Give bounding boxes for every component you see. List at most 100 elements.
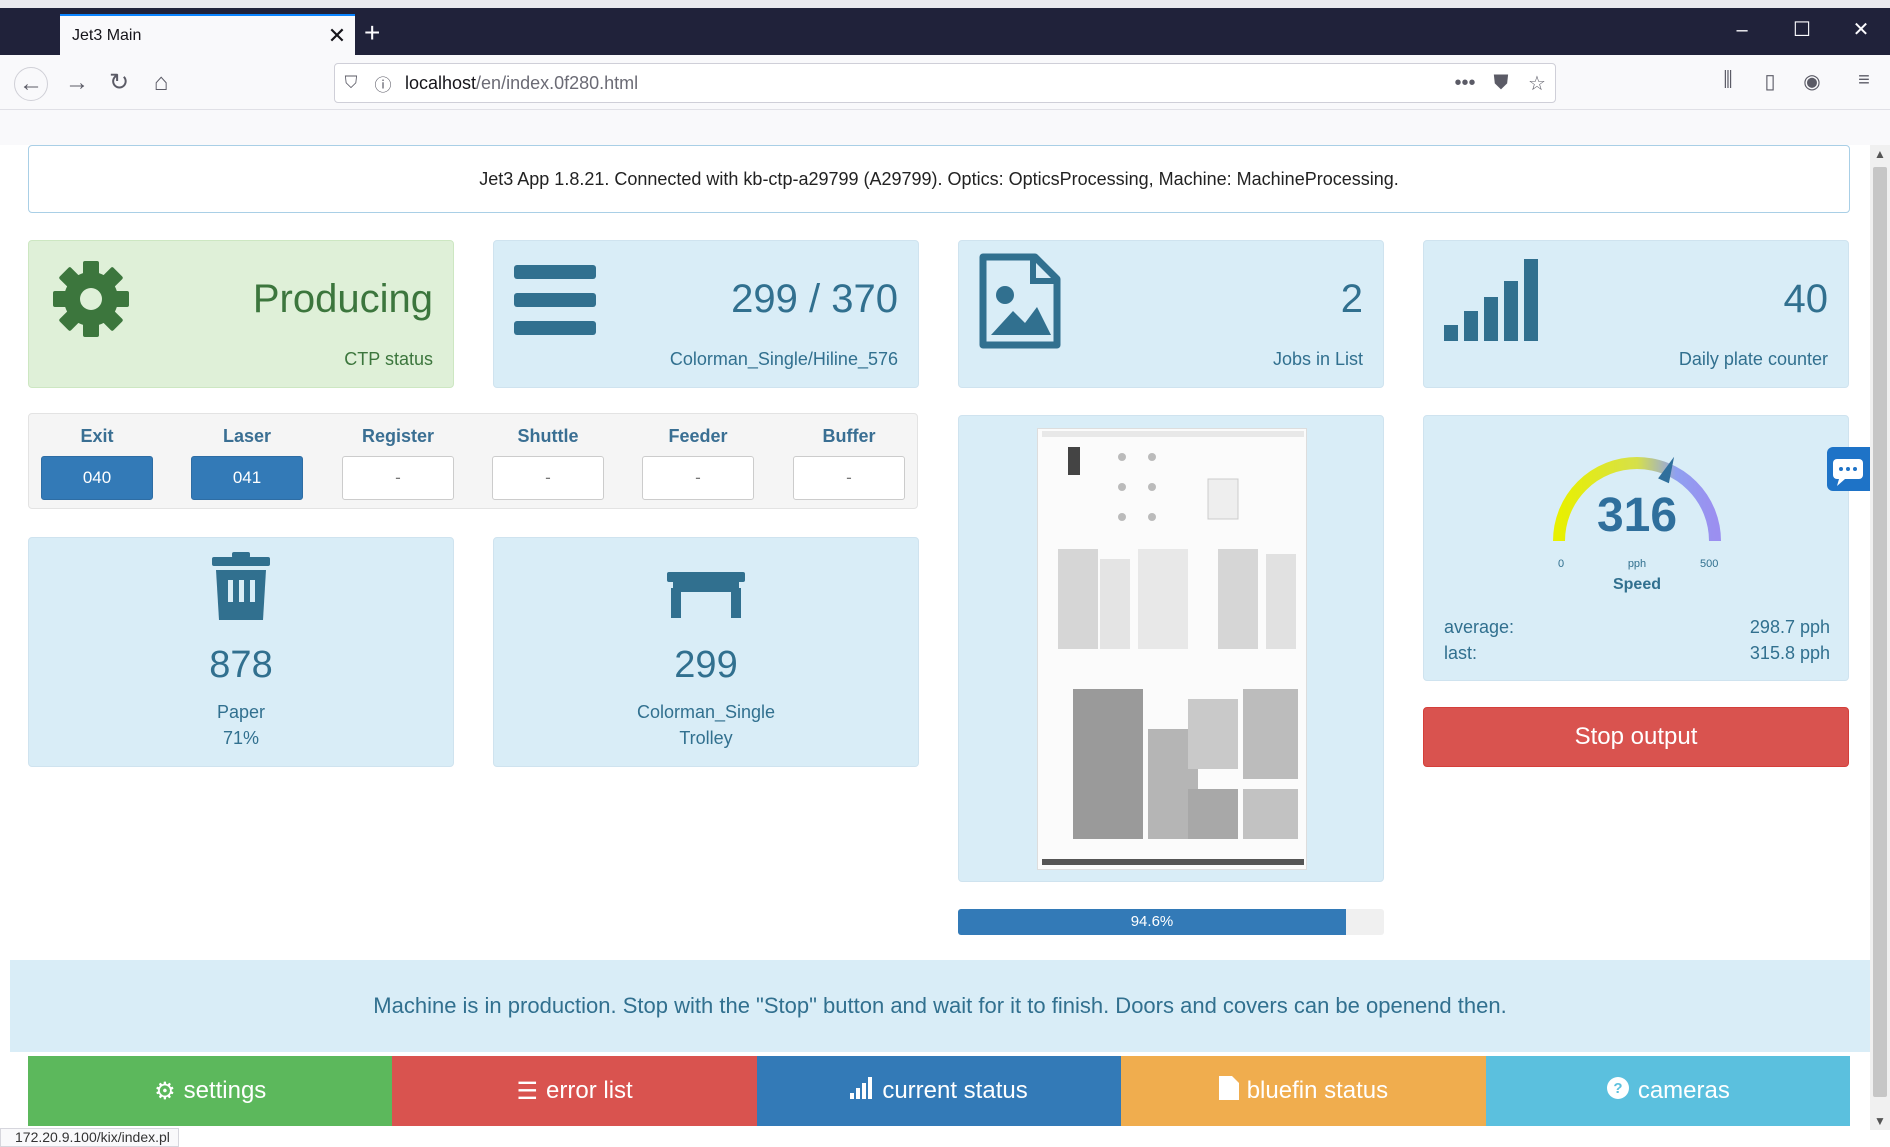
unit-register-label: Register: [361, 426, 435, 446]
ctp-status-panel: Producing CTP status: [28, 240, 454, 388]
close-window-icon[interactable]: ✕: [1841, 18, 1881, 42]
paper-count: 878: [209, 644, 273, 686]
unit-buffer: Buffer -: [793, 426, 905, 500]
titlebar-strip: [0, 0, 1890, 8]
error-list-label: error list: [546, 1077, 633, 1104]
speed-last-row: last: 315.8 pph: [1444, 643, 1830, 664]
question-icon: ?: [1606, 1076, 1630, 1107]
plates-label: Colorman_Single/Hiline_576: [669, 349, 898, 369]
plate-preview-image[interactable]: [1037, 428, 1307, 870]
current-status-button[interactable]: current status: [756, 1056, 1122, 1126]
unit-exit: Exit 040: [41, 426, 153, 500]
status-url: 172.20.9.100/kix/index.pl: [0, 1128, 179, 1147]
new-tab-button[interactable]: +: [364, 18, 380, 48]
stop-output-button[interactable]: Stop output: [1423, 707, 1849, 767]
gauge-max-label: 500: [1700, 558, 1719, 570]
connection-info-bar: Jet3 App 1.8.21. Connected with kb-ctp-a…: [28, 145, 1850, 213]
footer-nav: ⚙ settings ☰ error list current status b…: [28, 1056, 1851, 1126]
production-alert-text: Machine is in production. Stop with the …: [373, 993, 1507, 1018]
info-icon[interactable]: ⓘ: [367, 71, 399, 96]
signal-icon: [850, 1076, 874, 1106]
bluefin-status-label: bluefin status: [1246, 1077, 1389, 1104]
address-bar[interactable]: ⛉ ⓘ localhost/en/index.0f280.html ••• ⛊ …: [334, 63, 1556, 103]
unit-status-bar: Exit 040 Laser 041 Register - Shuttle - …: [28, 413, 918, 509]
settings-label: settings: [183, 1077, 267, 1104]
unit-laser: Laser 041: [191, 426, 303, 500]
unit-shuttle-label: Shuttle: [517, 426, 579, 446]
ctp-status-value: Producing: [252, 277, 433, 321]
unit-laser-value[interactable]: 041: [191, 456, 303, 500]
gear-icon: ⚙: [154, 1077, 176, 1105]
daily-counter-value: 40: [1783, 277, 1829, 321]
unit-buffer-label: Buffer: [822, 426, 876, 446]
ctp-status-label: CTP status: [344, 349, 433, 369]
forward-icon[interactable]: →: [60, 67, 94, 101]
speed-average-label: average:: [1444, 617, 1515, 637]
daily-counter-panel: 40 Daily plate counter: [1423, 240, 1849, 388]
unit-feeder: Feeder -: [642, 426, 754, 500]
list-icon: ☰: [516, 1077, 539, 1105]
speed-average-value: 298.7 pph: [1749, 617, 1830, 637]
jobs-panel: 2 Jobs in List: [958, 240, 1384, 388]
minimize-icon[interactable]: –: [1722, 18, 1762, 42]
daily-counter-label: Daily plate counter: [1678, 349, 1828, 369]
speed-last-label: last:: [1444, 643, 1478, 663]
bluefin-status-button[interactable]: bluefin status: [1121, 1056, 1486, 1126]
stop-output-label: Stop output: [1574, 723, 1698, 750]
unit-shuttle: Shuttle -: [492, 426, 604, 500]
url-text[interactable]: localhost/en/index.0f280.html: [405, 73, 1447, 94]
unit-exit-label: Exit: [80, 426, 114, 446]
pocket-icon[interactable]: ⛊: [1483, 72, 1519, 95]
job-progress-bar: 94.6%: [958, 909, 1384, 935]
tab-title: Jet3 Main: [72, 26, 142, 44]
url-path: /en/index.0f280.html: [476, 72, 639, 93]
connection-info-text: Jet3 App 1.8.21. Connected with kb-ctp-a…: [479, 168, 1399, 189]
unit-shuttle-value[interactable]: -: [492, 456, 604, 500]
unit-exit-value[interactable]: 040: [41, 456, 153, 500]
bookmarks-bar: [0, 110, 1890, 145]
unit-register-value[interactable]: -: [342, 456, 454, 500]
unit-feeder-value[interactable]: -: [642, 456, 754, 500]
browser-navbar: ← → ↻ ⌂ ⛉ ⓘ localhost/en/index.0f280.htm…: [0, 55, 1890, 110]
error-list-button[interactable]: ☰ error list: [392, 1056, 757, 1126]
job-progress-text: 94.6%: [1130, 913, 1174, 930]
scrollbar-thumb[interactable]: [1873, 167, 1887, 1097]
browser-tab[interactable]: Jet3 Main ✕: [60, 14, 355, 55]
jobs-value: 2: [1340, 277, 1363, 321]
jobs-label: Jobs in List: [1272, 349, 1363, 369]
production-alert: Machine is in production. Stop with the …: [10, 960, 1870, 1052]
close-tab-icon[interactable]: ✕: [319, 23, 355, 49]
bookmark-star-icon[interactable]: ☆: [1519, 71, 1555, 96]
url-host: localhost: [405, 72, 477, 93]
reload-icon[interactable]: ↻: [102, 67, 136, 101]
sidebar-icon[interactable]: ▯: [1754, 69, 1786, 94]
gauge-unit-label: pph: [1627, 558, 1647, 570]
shield-icon[interactable]: ⛉: [335, 73, 367, 93]
home-icon[interactable]: ⌂: [144, 67, 178, 101]
plates-value: 299 / 370: [731, 277, 898, 321]
speed-value: 316: [1596, 489, 1678, 542]
settings-button[interactable]: ⚙ settings: [28, 1056, 393, 1126]
trolley-panel: 299 Colorman_Single Trolley: [493, 537, 919, 767]
page-scrollbar[interactable]: ▲ ▼: [1870, 145, 1890, 1130]
web-page: Jet3 App 1.8.21. Connected with kb-ctp-a…: [0, 145, 1870, 1130]
account-icon[interactable]: ◉: [1796, 69, 1828, 94]
scroll-down-icon[interactable]: ▼: [1870, 1114, 1890, 1128]
more-actions-icon[interactable]: •••: [1447, 72, 1483, 95]
trolley-sub: Trolley: [679, 728, 733, 748]
plate-preview-panel: [958, 415, 1384, 882]
maximize-icon[interactable]: ☐: [1782, 18, 1822, 42]
trolley-label: Colorman_Single: [636, 702, 776, 722]
menu-icon[interactable]: ≡: [1848, 69, 1880, 92]
cameras-button[interactable]: ? cameras: [1485, 1056, 1851, 1126]
back-icon[interactable]: ←: [14, 67, 48, 101]
cameras-label: cameras: [1637, 1077, 1730, 1104]
trash-icon: [212, 552, 270, 625]
file-icon: [1218, 1075, 1239, 1107]
trolley-count: 299: [674, 644, 738, 686]
image-file-icon: [979, 253, 1061, 354]
library-icon[interactable]: ⫼: [1712, 69, 1744, 92]
scroll-up-icon[interactable]: ▲: [1870, 147, 1890, 161]
unit-buffer-value[interactable]: -: [793, 456, 905, 500]
chat-icon[interactable]: [1827, 447, 1870, 491]
